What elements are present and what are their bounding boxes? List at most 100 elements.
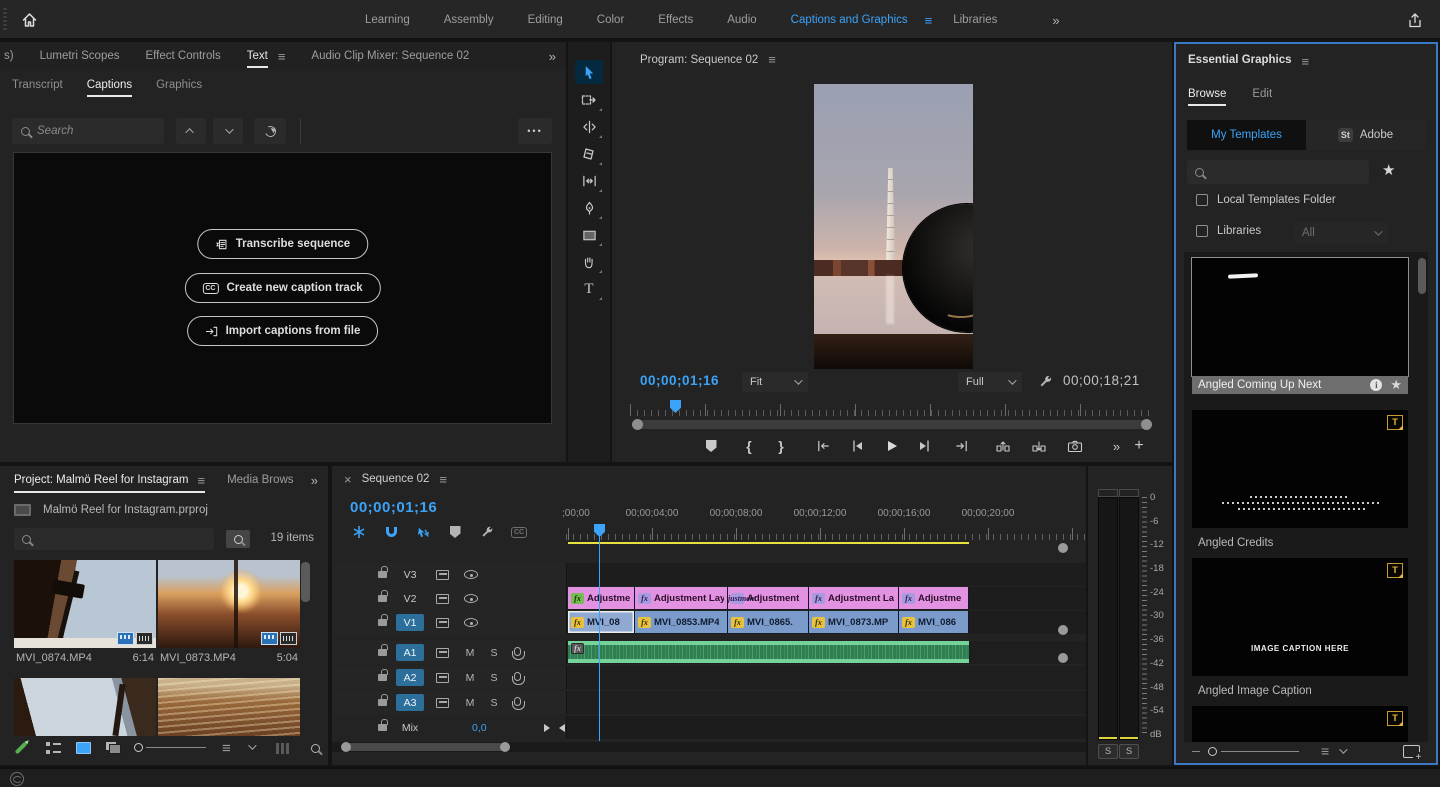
- track-target-a2[interactable]: A2: [396, 666, 424, 689]
- scrollbar-handle-left[interactable]: [341, 742, 351, 752]
- tab-audio-clip-mixer[interactable]: Audio Clip Mixer: Sequence 02: [311, 50, 469, 62]
- mute-toggle[interactable]: M: [464, 666, 476, 689]
- clip-video[interactable]: fxMVI_0865.: [728, 611, 809, 633]
- workspace-overflow-icon[interactable]: »: [1052, 13, 1060, 28]
- track-lock-toggle[interactable]: [378, 587, 387, 610]
- sync-lock-toggle[interactable]: [436, 563, 449, 586]
- solo-left-button[interactable]: S: [1098, 744, 1118, 759]
- step-forward-button[interactable]: [912, 434, 938, 458]
- previous-caption-button[interactable]: [176, 118, 206, 144]
- libraries-filter[interactable]: Libraries: [1196, 225, 1261, 237]
- templates-search-input[interactable]: [1210, 165, 1361, 180]
- writable-indicator[interactable]: [10, 738, 32, 758]
- timeline-hscroll-thumb[interactable]: [345, 743, 505, 751]
- zoom-level-select[interactable]: Fit: [742, 372, 808, 392]
- adobe-stock-tab[interactable]: St Adobe: [1306, 120, 1425, 150]
- settings-wrench-icon[interactable]: [1038, 374, 1054, 390]
- go-to-in-button[interactable]: [810, 434, 836, 458]
- track-target-a1[interactable]: A1: [396, 641, 424, 664]
- favorites-filter-icon[interactable]: ★: [1382, 161, 1395, 179]
- solo-toggle[interactable]: S: [488, 666, 500, 689]
- track-lock-toggle[interactable]: [378, 691, 387, 714]
- sort-icon[interactable]: ≡: [222, 740, 231, 757]
- favorite-star-icon[interactable]: ★: [1390, 377, 1402, 393]
- tab-lumetri-scopes[interactable]: Lumetri Scopes: [40, 50, 120, 62]
- lift-button[interactable]: [990, 434, 1016, 458]
- mute-toggle[interactable]: M: [464, 641, 476, 664]
- template-label-row[interactable]: Angled Image Caption: [1192, 682, 1408, 700]
- sync-lock-toggle[interactable]: [436, 611, 449, 634]
- program-mini-timeline[interactable]: [630, 402, 1154, 416]
- template-thumb-partial[interactable]: T: [1192, 706, 1408, 742]
- go-to-out-button[interactable]: [948, 434, 974, 458]
- add-marker-button[interactable]: [446, 523, 464, 541]
- workspace-libraries[interactable]: Libraries: [940, 10, 1010, 30]
- type-tool[interactable]: T: [575, 277, 603, 301]
- subtab-captions[interactable]: Captions: [87, 79, 132, 91]
- voiceover-record-button[interactable]: [514, 666, 521, 689]
- project-menu-icon[interactable]: ≡: [197, 473, 205, 488]
- button-editor-button[interactable]: +: [1126, 434, 1152, 458]
- checkbox-icon[interactable]: [1196, 225, 1208, 237]
- my-templates-tab[interactable]: My Templates: [1187, 120, 1306, 150]
- solo-toggle[interactable]: S: [488, 641, 500, 664]
- program-menu-icon[interactable]: ≡: [768, 52, 776, 67]
- extract-button[interactable]: [1026, 434, 1052, 458]
- sync-lock-toggle[interactable]: [436, 691, 449, 714]
- program-scrollbar[interactable]: [634, 420, 1150, 429]
- template-label-row[interactable]: Angled Credits: [1192, 534, 1408, 552]
- thumbnail-size-slider[interactable]: [1208, 747, 1217, 756]
- solo-toggle[interactable]: S: [488, 691, 500, 714]
- linked-selection-button[interactable]: [414, 523, 432, 541]
- timeline-playhead-line[interactable]: [599, 536, 600, 741]
- export-frame-button[interactable]: [1062, 434, 1088, 458]
- track-select-forward-tool[interactable]: [575, 88, 603, 112]
- slider-track[interactable]: [1221, 751, 1299, 752]
- tab-effect-controls[interactable]: Effect Controls: [146, 50, 221, 62]
- text-panel-menu-icon[interactable]: ≡: [278, 49, 286, 64]
- play-button[interactable]: [878, 434, 904, 458]
- checkbox-icon[interactable]: [1196, 194, 1208, 206]
- program-video-frame[interactable]: [814, 84, 973, 369]
- track-lock-toggle[interactable]: [378, 641, 387, 664]
- search-bin-button[interactable]: [226, 530, 250, 548]
- scrollbar-handle-right[interactable]: [1141, 419, 1152, 430]
- workspace-menu-icon[interactable]: ≡: [925, 13, 933, 28]
- templates-scrollbar[interactable]: [1418, 258, 1426, 294]
- tab-overflow-icon[interactable]: »: [549, 49, 556, 64]
- track-visibility-toggle[interactable]: [464, 611, 478, 634]
- templates-search-field[interactable]: [1187, 160, 1369, 184]
- create-caption-track-button[interactable]: CC Create new caption track: [184, 273, 380, 303]
- clip-name[interactable]: MVI_0874.MP4: [16, 652, 92, 664]
- workspace-assembly[interactable]: Assembly: [431, 10, 507, 30]
- clip-adjustment-layer[interactable]: fxAdjustme: [568, 587, 635, 609]
- rectangle-tool[interactable]: [575, 223, 603, 247]
- transcribe-sequence-button[interactable]: Transcribe sequence: [197, 229, 368, 259]
- home-button[interactable]: [16, 8, 42, 32]
- freeform-view-button[interactable]: [102, 738, 124, 758]
- scrollbar-handle[interactable]: [1058, 543, 1068, 553]
- project-scrollbar[interactable]: [301, 562, 310, 602]
- captions-visibility-button[interactable]: CC: [510, 523, 528, 541]
- scrollbar-handle-right[interactable]: [500, 742, 510, 752]
- tab-overflow-icon[interactable]: »: [311, 473, 318, 488]
- close-tab-icon[interactable]: ×: [344, 472, 352, 487]
- sync-lock-toggle[interactable]: [436, 666, 449, 689]
- mute-toggle[interactable]: M: [464, 691, 476, 714]
- template-thumb-angled-credits[interactable]: T: [1192, 410, 1408, 528]
- track-content[interactable]: [566, 563, 1086, 586]
- track-visibility-toggle[interactable]: [464, 587, 478, 610]
- info-icon[interactable]: i: [1370, 379, 1382, 391]
- project-search-input[interactable]: [37, 532, 206, 547]
- tab-text[interactable]: Text: [247, 50, 268, 62]
- clip-video-selected[interactable]: fxMVI_08: [568, 611, 635, 633]
- snap-toggle-button[interactable]: [382, 523, 400, 541]
- next-caption-button[interactable]: [213, 118, 243, 144]
- pen-tool[interactable]: [575, 196, 603, 220]
- tab-project[interactable]: Project: Malmö Reel for Instagram ≡: [14, 473, 205, 488]
- timeline-settings-button[interactable]: [478, 523, 496, 541]
- quick-export-button[interactable]: [1404, 9, 1426, 31]
- sync-captions-button[interactable]: [254, 118, 286, 144]
- track-target-v2[interactable]: V2: [396, 587, 424, 610]
- clip-adjustment-layer[interactable]: AdjustmentAdjustment: [728, 587, 809, 609]
